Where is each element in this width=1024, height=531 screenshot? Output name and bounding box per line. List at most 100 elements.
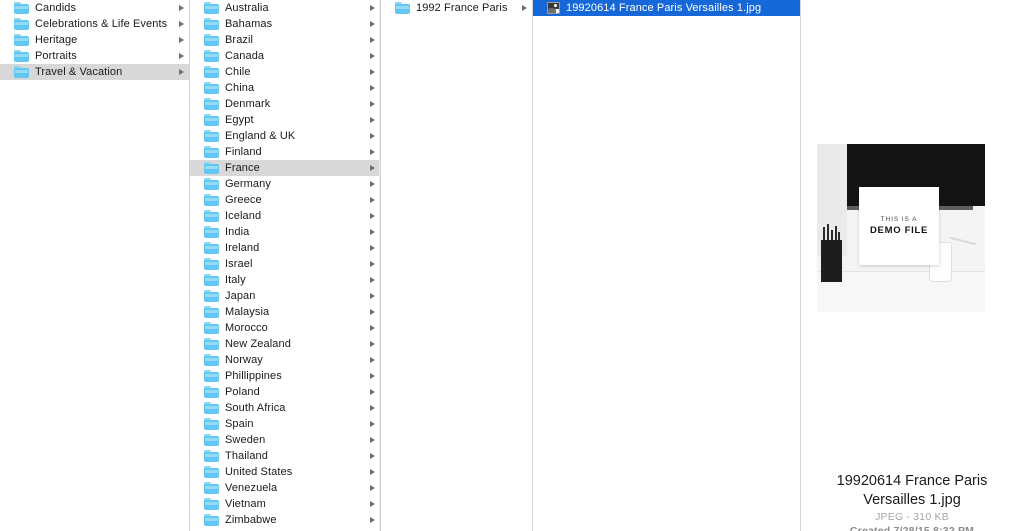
chevron-right-icon[interactable] xyxy=(368,96,378,112)
row-countries-france[interactable]: France xyxy=(190,160,380,176)
chevron-right-icon[interactable] xyxy=(520,0,530,16)
row-countries-morocco[interactable]: Morocco xyxy=(190,320,380,336)
row-label: Italy xyxy=(225,274,246,286)
row-countries-malaysia[interactable]: Malaysia xyxy=(190,304,380,320)
row-countries-phillippines[interactable]: Phillippines xyxy=(190,368,380,384)
chevron-right-icon[interactable] xyxy=(368,160,378,176)
column-trips[interactable]: 1992 France Paris xyxy=(381,0,533,531)
chevron-right-icon[interactable] xyxy=(368,0,378,16)
chevron-right-icon[interactable] xyxy=(368,432,378,448)
chevron-right-icon[interactable] xyxy=(368,32,378,48)
chevron-right-icon[interactable] xyxy=(368,384,378,400)
row-countries-egypt[interactable]: Egypt xyxy=(190,112,380,128)
row-label: Greece xyxy=(225,194,262,206)
row-categories-portraits[interactable]: Portraits xyxy=(0,48,189,64)
chevron-right-icon[interactable] xyxy=(368,368,378,384)
chevron-right-icon[interactable] xyxy=(368,288,378,304)
chevron-right-icon[interactable] xyxy=(368,480,378,496)
chevron-right-icon[interactable] xyxy=(368,80,378,96)
row-countries-vietnam[interactable]: Vietnam xyxy=(190,496,380,512)
row-countries-israel[interactable]: Israel xyxy=(190,256,380,272)
chevron-right-icon[interactable] xyxy=(368,224,378,240)
chevron-right-icon[interactable] xyxy=(368,176,378,192)
chevron-right-icon[interactable] xyxy=(368,400,378,416)
row-countries-norway[interactable]: Norway xyxy=(190,352,380,368)
chevron-right-icon[interactable] xyxy=(368,496,378,512)
row-categories-celebrations-life-events[interactable]: Celebrations & Life Events xyxy=(0,16,189,32)
row-countries-poland[interactable]: Poland xyxy=(190,384,380,400)
row-countries-thailand[interactable]: Thailand xyxy=(190,448,380,464)
row-countries-chile[interactable]: Chile xyxy=(190,64,380,80)
row-countries-japan[interactable]: Japan xyxy=(190,288,380,304)
row-label: Norway xyxy=(225,354,263,366)
row-label: France xyxy=(225,162,260,174)
row-countries-england-uk[interactable]: England & UK xyxy=(190,128,380,144)
folder-icon xyxy=(204,402,219,414)
row-countries-spain[interactable]: Spain xyxy=(190,416,380,432)
row-countries-china[interactable]: China xyxy=(190,80,380,96)
chevron-right-icon[interactable] xyxy=(177,0,187,16)
chevron-right-icon[interactable] xyxy=(368,16,378,32)
chevron-right-icon[interactable] xyxy=(368,192,378,208)
row-countries-united-states[interactable]: United States xyxy=(190,464,380,480)
column-countries-scrollbar[interactable] xyxy=(379,0,380,531)
row-categories-heritage[interactable]: Heritage xyxy=(0,32,189,48)
row-categories-candids[interactable]: Candids xyxy=(0,0,189,16)
chevron-right-icon[interactable] xyxy=(368,144,378,160)
row-countries-finland[interactable]: Finland xyxy=(190,144,380,160)
chevron-right-icon[interactable] xyxy=(368,416,378,432)
chevron-right-icon[interactable] xyxy=(368,128,378,144)
chevron-right-icon[interactable] xyxy=(368,464,378,480)
row-trips-1992-france-paris[interactable]: 1992 France Paris xyxy=(381,0,532,16)
row-label: Spain xyxy=(225,418,254,430)
row-countries-canada[interactable]: Canada xyxy=(190,48,380,64)
row-label: Brazil xyxy=(225,34,254,46)
row-countries-italy[interactable]: Italy xyxy=(190,272,380,288)
row-countries-new-zealand[interactable]: New Zealand xyxy=(190,336,380,352)
preview-kind-size: JPEG - 310 KB xyxy=(875,511,949,523)
chevron-right-icon[interactable] xyxy=(368,48,378,64)
row-label: Australia xyxy=(225,2,269,14)
row-countries-south-africa[interactable]: South Africa xyxy=(190,400,380,416)
folder-icon xyxy=(204,146,219,158)
row-label: 19920614 France Paris Versailles 1.jpg xyxy=(566,2,762,14)
chevron-right-icon[interactable] xyxy=(368,512,378,528)
chevron-right-icon[interactable] xyxy=(368,64,378,80)
row-countries-denmark[interactable]: Denmark xyxy=(190,96,380,112)
row-countries-sweden[interactable]: Sweden xyxy=(190,432,380,448)
row-files-19920614-france-paris-versailles-1-jpg[interactable]: 19920614 France Paris Versailles 1.jpg xyxy=(533,0,800,16)
chevron-right-icon[interactable] xyxy=(177,32,187,48)
chevron-right-icon[interactable] xyxy=(368,336,378,352)
row-countries-iceland[interactable]: Iceland xyxy=(190,208,380,224)
row-countries-ireland[interactable]: Ireland xyxy=(190,240,380,256)
chevron-right-icon[interactable] xyxy=(368,448,378,464)
row-countries-zimbabwe[interactable]: Zimbabwe xyxy=(190,512,380,528)
column-countries-list: Australia Bahamas Brazil Canada Chile China De… xyxy=(190,0,380,528)
row-countries-brazil[interactable]: Brazil xyxy=(190,32,380,48)
chevron-right-icon[interactable] xyxy=(368,208,378,224)
row-countries-greece[interactable]: Greece xyxy=(190,192,380,208)
row-countries-australia[interactable]: Australia xyxy=(190,0,380,16)
chevron-right-icon[interactable] xyxy=(368,112,378,128)
chevron-right-icon[interactable] xyxy=(368,256,378,272)
chevron-right-icon[interactable] xyxy=(368,240,378,256)
chevron-right-icon[interactable] xyxy=(368,320,378,336)
folder-icon xyxy=(204,98,219,110)
row-countries-bahamas[interactable]: Bahamas xyxy=(190,16,380,32)
chevron-right-icon[interactable] xyxy=(368,272,378,288)
row-countries-india[interactable]: India xyxy=(190,224,380,240)
column-files[interactable]: 19920614 France Paris Versailles 1.jpg xyxy=(533,0,801,531)
row-countries-venezuela[interactable]: Venezuela xyxy=(190,480,380,496)
row-categories-travel-vacation[interactable]: Travel & Vacation xyxy=(0,64,189,80)
chevron-right-icon[interactable] xyxy=(177,64,187,80)
row-label: Celebrations & Life Events xyxy=(35,18,168,30)
row-countries-germany[interactable]: Germany xyxy=(190,176,380,192)
column-categories[interactable]: Candids Celebrations & Life Events Heritag… xyxy=(0,0,190,531)
chevron-right-icon[interactable] xyxy=(177,48,187,64)
folder-icon xyxy=(204,514,219,526)
preview-thumbnail[interactable]: THIS IS A DEMO FILE xyxy=(817,144,985,312)
chevron-right-icon[interactable] xyxy=(368,352,378,368)
column-countries[interactable]: Australia Bahamas Brazil Canada Chile China De… xyxy=(190,0,381,531)
chevron-right-icon[interactable] xyxy=(368,304,378,320)
chevron-right-icon[interactable] xyxy=(177,16,187,32)
